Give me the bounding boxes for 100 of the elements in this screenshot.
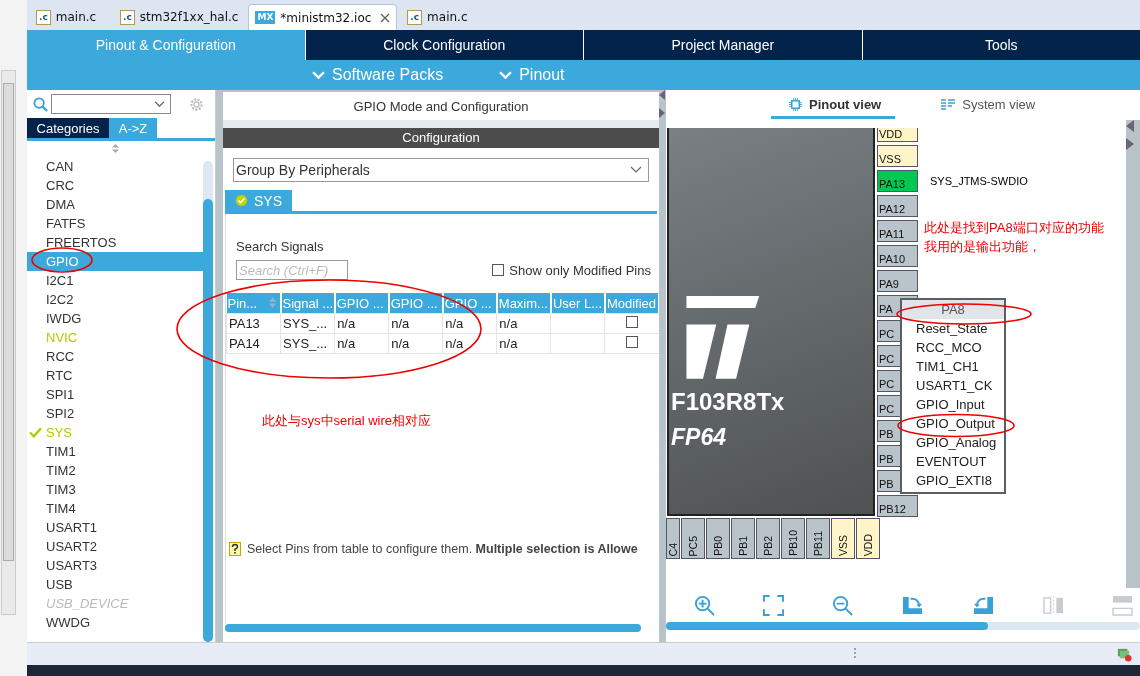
scrollbar[interactable] <box>225 624 641 632</box>
pin[interactable]: VDD <box>856 518 880 559</box>
checkbox[interactable] <box>625 316 638 328</box>
fit-screen-icon[interactable] <box>763 594 784 616</box>
search-label: Search Signals <box>236 239 325 254</box>
file-type-icon: .c <box>407 9 423 25</box>
collapse-arrows-icon[interactable] <box>659 90 665 120</box>
file-type-icon: .c <box>36 9 51 25</box>
editor-tab[interactable]: .c main.c <box>401 4 482 30</box>
scroll-up-icon[interactable] <box>111 144 120 153</box>
nav-tab[interactable]: Clock Configuration <box>305 30 583 60</box>
grip-icon[interactable] <box>854 647 857 661</box>
pin[interactable]: PA10 <box>877 245 918 267</box>
search-combo[interactable] <box>51 94 171 114</box>
view-tab[interactable]: Pinout view <box>771 94 896 119</box>
checkbox[interactable] <box>625 336 638 348</box>
category-item[interactable]: DMA <box>27 195 203 214</box>
category-item[interactable]: TIM2 <box>27 461 203 480</box>
pin[interactable]: VDD <box>877 128 918 142</box>
scrollbar[interactable] <box>203 161 213 642</box>
pin[interactable]: PB1 <box>731 518 755 559</box>
chevron-icon <box>499 70 513 80</box>
editor-tab[interactable]: MX *ministm32.ioc <box>248 4 398 30</box>
pin[interactable]: PA12 <box>877 195 918 217</box>
category-item[interactable]: TIM1 <box>27 442 203 461</box>
category-item[interactable]: USART1 <box>27 518 203 537</box>
settings-icon[interactable] <box>188 95 205 113</box>
zoom-out-icon[interactable] <box>832 594 853 616</box>
table-cell: SYS_... <box>280 333 335 354</box>
group-by-dropdown[interactable]: Group By Peripherals <box>233 158 649 182</box>
check-icon <box>29 427 42 438</box>
checkbox[interactable]: Show only Modified Pins <box>492 262 651 278</box>
annotation-ellipse <box>31 247 93 273</box>
flip-horizontal-icon[interactable] <box>1043 594 1064 616</box>
category-item[interactable]: SPI2 <box>27 404 203 423</box>
pin[interactable]: PC5 <box>681 518 705 559</box>
error-log-icon[interactable] <box>1117 646 1132 662</box>
pin[interactable]: VSS <box>831 518 855 559</box>
category-item[interactable]: IWDG <box>27 309 203 328</box>
pin[interactable]: PA11 <box>877 220 918 242</box>
pin[interactable]: PA9 <box>877 270 918 292</box>
caret-icon <box>630 166 642 174</box>
table-cell: SYS_... <box>280 313 335 334</box>
annotation-text: 我用的是输出功能， <box>924 238 1042 256</box>
rotate-left-icon[interactable] <box>972 594 995 616</box>
table-cell: n/a <box>334 313 389 334</box>
scrollbar[interactable] <box>1 70 16 615</box>
category-item[interactable]: TIM4 <box>27 499 203 518</box>
search-field[interactable]: Search (Ctrl+F) <box>236 260 348 280</box>
collapse-arrows-icon[interactable] <box>1126 120 1134 150</box>
menu-title: PA8 <box>902 300 1004 319</box>
table-cell: n/a <box>442 313 497 334</box>
category-item[interactable]: I2C1 <box>27 271 203 290</box>
category-item[interactable]: USART3 <box>27 556 203 575</box>
category-item[interactable]: SPI1 <box>27 385 203 404</box>
category-item[interactable]: CAN <box>27 157 203 176</box>
category-item[interactable]: I2C2 <box>27 290 203 309</box>
editor-tab[interactable]: .c stm32f1xx_hal.c <box>114 4 245 30</box>
flip-vertical-icon[interactable] <box>1112 594 1133 616</box>
category-item[interactable]: USART2 <box>27 537 203 556</box>
chip-icon <box>789 98 802 111</box>
table-cell: PA14 <box>226 333 281 354</box>
pin[interactable]: PA13 <box>877 170 918 192</box>
category-item[interactable]: RTC <box>27 366 203 385</box>
list-icon <box>941 98 956 111</box>
pin[interactable]: PB0 <box>706 518 730 559</box>
category-item[interactable]: RCC <box>27 347 203 366</box>
category-item[interactable]: FREERTOS <box>27 233 203 252</box>
close-icon[interactable] <box>380 12 391 23</box>
search-icon <box>33 96 48 112</box>
hint-text: Select Pins from table to configure them. Multiple selection is Allowe <box>247 542 638 556</box>
zoom-in-icon[interactable] <box>694 594 715 616</box>
rotate-right-icon[interactable] <box>901 594 924 616</box>
file-type-icon: MX <box>255 11 276 24</box>
pin-signal-label: SYS_JTMS-SWDIO <box>930 175 1028 187</box>
pin[interactable]: PB2 <box>756 518 780 559</box>
check-circle-icon <box>235 194 248 207</box>
nav-tab[interactable]: Project Manager <box>584 30 862 60</box>
scrollbar[interactable] <box>666 622 1140 630</box>
category-item[interactable]: CRC <box>27 176 203 195</box>
pin[interactable]: PB12 <box>877 495 918 517</box>
pin[interactable]: C4 <box>666 518 680 559</box>
table-cell: n/a <box>496 333 551 354</box>
view-tab[interactable]: Categories <box>27 118 109 138</box>
table-cell: PA13 <box>226 313 281 334</box>
pin[interactable]: PB10 <box>781 518 805 559</box>
pin[interactable]: PB11 <box>806 518 830 559</box>
table-cell: n/a <box>388 333 443 354</box>
category-item[interactable]: USB <box>27 575 203 594</box>
editor-tab[interactable]: .c main.c <box>30 4 110 30</box>
category-item[interactable]: FATFS <box>27 214 203 233</box>
scrollbar[interactable] <box>1126 120 1140 588</box>
category-item[interactable]: WWDG <box>27 613 203 632</box>
view-tab[interactable]: System view <box>923 94 1050 116</box>
chip-package: FP64 <box>671 424 726 451</box>
nav-tab[interactable]: Tools <box>862 30 1140 60</box>
category-item[interactable]: TIM3 <box>27 480 203 499</box>
pin[interactable]: VSS <box>877 145 918 167</box>
annotation-text: 此处是找到PA8端口对应的功能 <box>924 219 1104 237</box>
section-header: Configuration <box>223 128 659 148</box>
